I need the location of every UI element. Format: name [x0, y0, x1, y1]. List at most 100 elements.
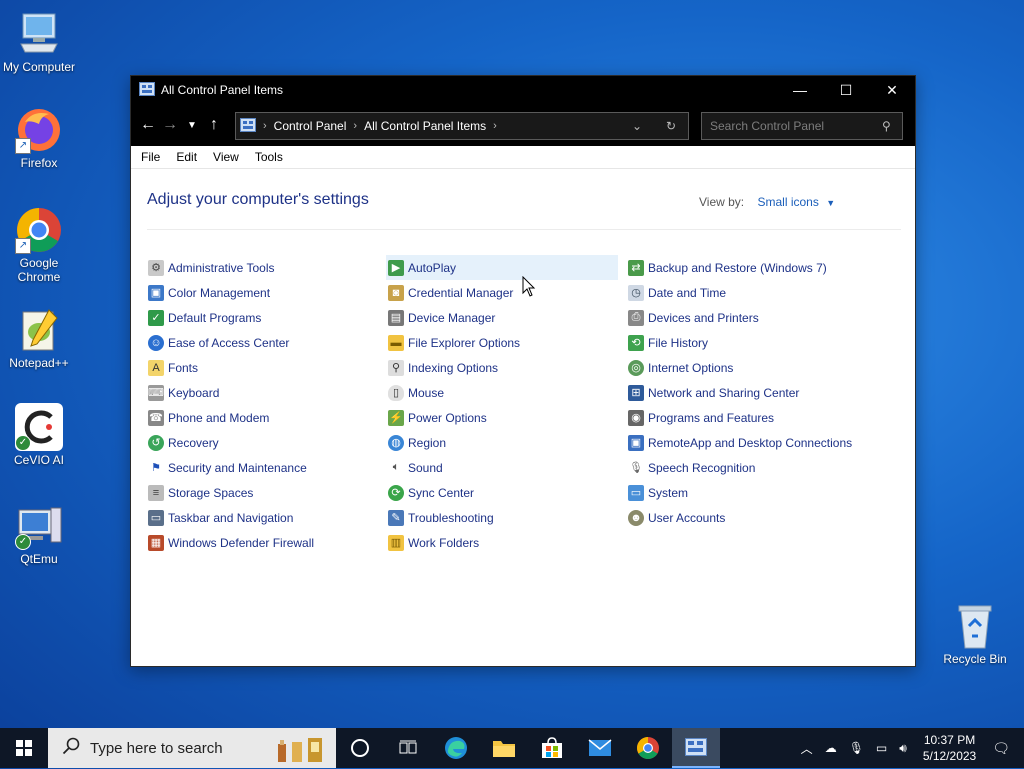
globe-icon: ◍ — [388, 434, 404, 451]
item-recovery[interactable]: ↺ Recovery — [146, 430, 378, 455]
desktop-icon-firefox[interactable]: ↗ Firefox — [1, 106, 77, 170]
date-and-time-icon: ◷ — [628, 284, 644, 301]
chevron-down-icon[interactable]: ▼ — [826, 198, 835, 208]
window-title: All Control Panel Items — [161, 83, 284, 97]
item-sound[interactable]: 🔈︎ Sound — [386, 455, 618, 480]
title-bar[interactable]: All Control Panel Items — ☐ ✕ — [131, 76, 915, 104]
task-view-button[interactable] — [384, 728, 432, 768]
mouse-icon: ▯ — [388, 384, 404, 401]
item-devices-and-printers[interactable]: ⎙ Devices and Printers — [626, 305, 858, 330]
desktop-icon-google-chrome[interactable]: ↗ Google Chrome — [1, 206, 77, 284]
address-bar[interactable]: › Control Panel › All Control Panel Item… — [235, 112, 689, 140]
breadcrumb-control-panel[interactable]: Control Panel — [274, 119, 347, 133]
microphone-icon[interactable]: 🎙︎ — [849, 741, 864, 755]
item-device-manager[interactable]: ▤ Device Manager — [386, 305, 618, 330]
up-button[interactable]: ↑ — [203, 113, 225, 137]
recent-locations-button[interactable]: ▼ — [181, 113, 203, 137]
item-remoteapp-and-desktop-connections[interactable]: ▣ RemoteApp and Desktop Connections — [626, 430, 858, 455]
work-folders-icon: ▥ — [388, 534, 404, 551]
item-network-and-sharing-center[interactable]: ⊞ Network and Sharing Center — [626, 380, 858, 405]
item-administrative-tools[interactable]: ⚙ Administrative Tools — [146, 255, 378, 280]
network-icon[interactable]: ▭ — [876, 741, 887, 755]
cortana-button[interactable] — [336, 728, 384, 768]
forward-button[interactable]: → — [159, 113, 181, 137]
item-internet-options[interactable]: ◎ Internet Options — [626, 355, 858, 380]
clock[interactable]: 10:37 PM 5/12/2023 — [923, 732, 976, 764]
maximize-button[interactable]: ☐ — [823, 76, 869, 104]
item-security-and-maintenance[interactable]: ⚑ Security and Maintenance — [146, 455, 378, 480]
item-system[interactable]: ▭ System — [626, 480, 858, 505]
item-credential-manager[interactable]: ◙ Credential Manager — [386, 280, 618, 305]
item-work-folders[interactable]: ▥ Work Folders — [386, 530, 618, 555]
taskbar-control-panel-button[interactable] — [672, 728, 720, 768]
item-label: Troubleshooting — [408, 510, 494, 525]
item-user-accounts[interactable]: ☻ User Accounts — [626, 505, 858, 530]
menu-edit[interactable]: Edit — [168, 150, 205, 164]
view-by-dropdown[interactable]: Small icons — [757, 195, 818, 209]
recovery-icon: ↺ — [148, 434, 164, 451]
item-ease-of-access-center[interactable]: ☺ Ease of Access Center — [146, 330, 378, 355]
item-indexing-options[interactable]: ⚲ Indexing Options — [386, 355, 618, 380]
menu-file[interactable]: File — [131, 150, 168, 164]
taskbar-mail-button[interactable] — [576, 728, 624, 768]
item-storage-spaces[interactable]: ≡ Storage Spaces — [146, 480, 378, 505]
item-backup-and-restore[interactable]: ⇄ Backup and Restore (Windows 7) — [626, 255, 858, 280]
item-taskbar-and-navigation[interactable]: ▭ Taskbar and Navigation — [146, 505, 378, 530]
volume-icon[interactable]: 🔊︎ — [899, 741, 907, 756]
item-date-and-time[interactable]: ◷ Date and Time — [626, 280, 858, 305]
item-windows-defender-firewall[interactable]: ▦ Windows Defender Firewall — [146, 530, 378, 555]
item-sync-center[interactable]: ⟳ Sync Center — [386, 480, 618, 505]
taskbar-store-button[interactable] — [528, 728, 576, 768]
item-speech-recognition[interactable]: 🎙︎ Speech Recognition — [626, 455, 858, 480]
network-icon: ⊞ — [628, 384, 644, 401]
breadcrumb-chevron-icon: › — [353, 120, 358, 132]
back-button[interactable]: ← — [137, 113, 159, 137]
item-file-explorer-options[interactable]: ▬ File Explorer Options — [386, 330, 618, 355]
file-history-icon: ⟲ — [628, 334, 644, 351]
start-button[interactable] — [0, 728, 48, 768]
divider — [147, 229, 901, 230]
system-tray: ︿ ☁ 🎙︎ ▭ 🔊︎ 10:37 PM 5/12/2023 🗨︎ — [795, 728, 1024, 768]
desktop-icon-notepad-plus-plus[interactable]: Notepad++ — [1, 306, 77, 370]
taskbar-file-explorer-button[interactable] — [480, 728, 528, 768]
item-color-management[interactable]: ▣ Color Management — [146, 280, 378, 305]
taskbar-chrome-button[interactable] — [624, 728, 672, 768]
item-region[interactable]: ◍ Region — [386, 430, 618, 455]
taskbar-search-box[interactable]: Type here to search — [48, 728, 336, 768]
item-keyboard[interactable]: ⌨ Keyboard — [146, 380, 378, 405]
menu-tools[interactable]: Tools — [247, 150, 291, 164]
refresh-icon[interactable]: ↻ — [654, 119, 688, 133]
address-dropdown-icon[interactable]: ⌄ — [620, 119, 654, 133]
item-programs-and-features[interactable]: ◉ Programs and Features — [626, 405, 858, 430]
item-mouse[interactable]: ▯ Mouse — [386, 380, 618, 405]
item-label: Date and Time — [648, 285, 727, 300]
item-file-history[interactable]: ⟲ File History — [626, 330, 858, 355]
items-column-2: ▶ AutoPlay ◙ Credential Manager ▤ Device Ma… — [386, 255, 618, 555]
item-fonts[interactable]: A Fonts — [146, 355, 378, 380]
item-autoplay[interactable]: ▶ AutoPlay — [386, 255, 618, 280]
desktop-icon-qtemu[interactable]: ✓ QtEmu — [1, 502, 77, 566]
desktop-icon-my-computer[interactable]: My Computer — [1, 10, 77, 74]
minimize-button[interactable]: — — [777, 76, 823, 104]
menu-view[interactable]: View — [205, 150, 247, 164]
item-default-programs[interactable]: ✓ Default Programs — [146, 305, 378, 330]
close-button[interactable]: ✕ — [869, 76, 915, 104]
taskbar-edge-button[interactable] — [432, 728, 480, 768]
breadcrumb-all-items[interactable]: All Control Panel Items — [364, 119, 486, 133]
administrative-tools-icon: ⚙ — [148, 259, 164, 276]
item-power-options[interactable]: ⚡ Power Options — [386, 405, 618, 430]
notepad-plus-plus-icon — [15, 306, 63, 354]
search-icon[interactable]: ⚲ — [882, 119, 891, 133]
desktop-icon-recycle-bin[interactable]: Recycle Bin — [938, 602, 1012, 666]
user-accounts-icon: ☻ — [628, 509, 644, 526]
notifications-icon[interactable]: 🗨︎ — [992, 740, 1010, 757]
item-phone-and-modem[interactable]: ☎ Phone and Modem — [146, 405, 378, 430]
search-input[interactable] — [702, 118, 882, 134]
desktop-icon-cevio-ai[interactable]: ✓ CeVIO AI — [1, 403, 77, 467]
item-label: Sound — [408, 460, 443, 475]
item-label: Network and Sharing Center — [648, 385, 800, 400]
onedrive-icon[interactable]: ☁ — [825, 741, 837, 755]
item-troubleshooting[interactable]: ✎ Troubleshooting — [386, 505, 618, 530]
chrome-icon: ↗ — [15, 206, 63, 254]
chevron-up-icon[interactable]: ︿ — [801, 740, 813, 757]
